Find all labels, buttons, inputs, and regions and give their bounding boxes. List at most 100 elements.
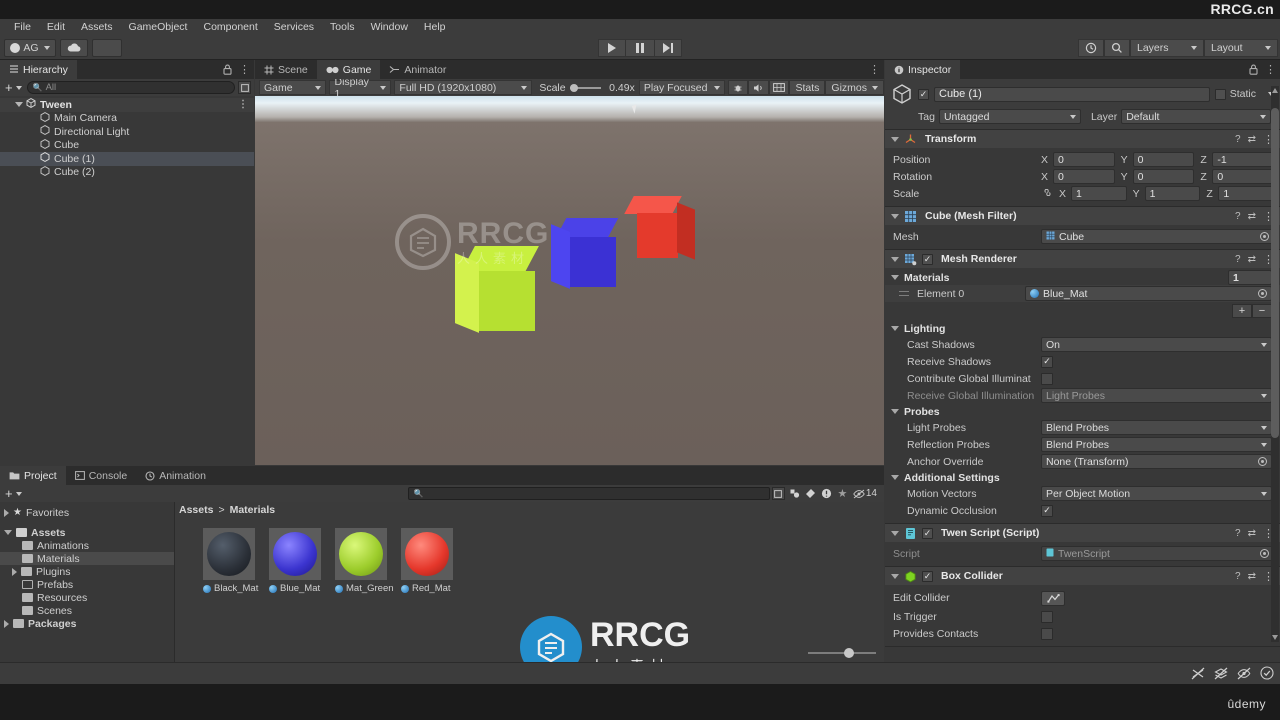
menu-component[interactable]: Component: [195, 19, 265, 36]
favorite-filter-button[interactable]: ★: [836, 487, 849, 500]
mesh-renderer-enabled-checkbox[interactable]: [922, 253, 933, 265]
play-button[interactable]: [598, 39, 626, 57]
foldout-icon[interactable]: [891, 136, 899, 142]
rotation-x-input[interactable]: 0: [1053, 169, 1115, 184]
save-search-button[interactable]: [771, 487, 785, 500]
motion-vectors-dropdown[interactable]: Per Object Motion: [1041, 486, 1272, 501]
foldout-icon[interactable]: [891, 573, 899, 579]
bug-button[interactable]: [727, 80, 749, 95]
twen-script-enabled-checkbox[interactable]: [922, 527, 933, 539]
kebab-icon[interactable]: ⋮: [1265, 64, 1276, 75]
object-picker-icon[interactable]: [1258, 457, 1267, 466]
label-filter-button[interactable]: [804, 487, 817, 500]
object-enabled-checkbox[interactable]: [918, 88, 929, 100]
menu-gameobject[interactable]: GameObject: [121, 19, 196, 36]
tab-hierarchy[interactable]: Hierarchy: [0, 60, 77, 79]
no-collision-icon[interactable]: [1191, 667, 1205, 680]
hierarchy-item-main-camera[interactable]: Main Camera: [0, 111, 254, 126]
breadcrumb-materials[interactable]: Materials: [230, 504, 276, 516]
warning-filter-button[interactable]: [820, 487, 833, 500]
chevron-down-icon[interactable]: [15, 102, 23, 108]
tab-game[interactable]: Game: [316, 60, 381, 79]
layer-dropdown[interactable]: Default: [1121, 109, 1272, 124]
is-trigger-checkbox[interactable]: [1041, 610, 1053, 623]
resolution-dropdown[interactable]: Full HD (1920x1080): [394, 80, 533, 95]
rotation-z-input[interactable]: 0: [1212, 169, 1275, 184]
light-probes-dropdown[interactable]: Blend Probes: [1041, 420, 1272, 435]
foldout-icon[interactable]: [891, 213, 899, 219]
help-icon[interactable]: ?: [1235, 254, 1241, 265]
hierarchy-item-tween[interactable]: Tween ⋮: [0, 98, 254, 112]
foldout-icon[interactable]: [891, 475, 899, 480]
position-x-input[interactable]: 0: [1053, 152, 1115, 167]
tree-item-scenes[interactable]: Scenes: [0, 604, 174, 617]
foldout-icon[interactable]: [891, 409, 899, 414]
thumbnail-size-slider[interactable]: [808, 648, 876, 658]
asset-blue-mat[interactable]: Blue_Mat: [269, 528, 321, 594]
pause-button[interactable]: [626, 39, 654, 57]
mesh-renderer-header[interactable]: Mesh Renderer ? ⇄ ⋮: [885, 250, 1280, 268]
inspector-scrollbar[interactable]: [1271, 86, 1279, 642]
type-filter-button[interactable]: [788, 487, 801, 500]
anchor-override-field[interactable]: None (Transform): [1041, 454, 1272, 469]
help-icon[interactable]: ?: [1235, 134, 1241, 145]
tab-animator[interactable]: Animator: [380, 60, 455, 79]
remove-material-button[interactable]: −: [1252, 304, 1272, 318]
scale-x-input[interactable]: 1: [1071, 186, 1127, 201]
chevron-right-icon[interactable]: [12, 567, 17, 576]
account-button[interactable]: AG: [4, 38, 56, 57]
check-icon[interactable]: [1260, 666, 1274, 680]
menu-help[interactable]: Help: [416, 19, 454, 36]
tab-console[interactable]: Console: [66, 466, 137, 485]
provides-contacts-checkbox[interactable]: [1041, 627, 1053, 640]
tab-animation[interactable]: Animation: [136, 466, 215, 485]
foldout-icon[interactable]: [891, 326, 899, 331]
layout-dropdown[interactable]: Layout: [1204, 39, 1278, 57]
menu-assets[interactable]: Assets: [73, 19, 121, 36]
static-toggle-group[interactable]: Static: [1214, 88, 1274, 100]
lock-icon[interactable]: [1249, 64, 1258, 75]
tab-inspector[interactable]: Inspector: [885, 60, 961, 79]
project-add-button[interactable]: +: [3, 486, 24, 501]
tag-dropdown[interactable]: Untagged: [938, 109, 1081, 124]
aspect-button[interactable]: [768, 80, 790, 95]
preset-icon[interactable]: ⇄: [1248, 134, 1256, 145]
breadcrumb-assets[interactable]: Assets: [179, 504, 213, 516]
foldout-icon[interactable]: [891, 256, 899, 262]
tree-item-prefabs[interactable]: Prefabs: [0, 578, 174, 591]
menu-services[interactable]: Services: [266, 19, 322, 36]
scale-y-input[interactable]: 1: [1144, 186, 1201, 201]
menu-window[interactable]: Window: [363, 19, 416, 36]
materials-section-header[interactable]: Materials 1: [885, 270, 1280, 285]
material-element-row[interactable]: Element 0 Blue_Mat: [885, 285, 1280, 302]
play-mode-dropdown[interactable]: Play Focused: [638, 80, 725, 95]
tree-item-assets[interactable]: Assets: [0, 526, 174, 539]
object-picker-icon[interactable]: [1258, 289, 1267, 298]
game-render-canvas[interactable]: RRCG 人人素材: [255, 96, 884, 465]
additional-settings-header[interactable]: Additional Settings: [885, 470, 1280, 485]
menu-edit[interactable]: Edit: [39, 19, 73, 36]
menu-tools[interactable]: Tools: [322, 19, 363, 36]
hierarchy-item-cube-1[interactable]: Cube (1): [0, 152, 254, 166]
mesh-object-field[interactable]: Cube: [1041, 229, 1274, 244]
display-dropdown[interactable]: Display 1: [329, 76, 392, 100]
dynamic-occlusion-checkbox[interactable]: ✓: [1041, 504, 1053, 517]
hidden-count-group[interactable]: 14: [853, 488, 877, 499]
hierarchy-filter-button[interactable]: [238, 81, 251, 94]
transform-header[interactable]: Transform ? ⇄ ⋮: [885, 130, 1280, 148]
scroll-down-icon[interactable]: [1272, 635, 1278, 640]
scale-z-input[interactable]: 1: [1218, 186, 1275, 201]
static-checkbox[interactable]: [1214, 88, 1226, 100]
position-y-input[interactable]: 0: [1132, 152, 1195, 167]
hierarchy-add-button[interactable]: +: [3, 80, 24, 95]
hierarchy-item-cube-2[interactable]: Cube (2): [0, 165, 254, 180]
scale-slider[interactable]: [569, 83, 602, 92]
edit-collider-button[interactable]: [1041, 590, 1065, 606]
cloud-button[interactable]: [60, 38, 88, 57]
object-picker-icon[interactable]: [1260, 549, 1269, 558]
contribute-gi-checkbox[interactable]: [1041, 372, 1053, 385]
tree-item-favorites[interactable]: ★ Favorites: [0, 506, 174, 519]
layers-dropdown[interactable]: Layers: [1130, 39, 1204, 57]
foldout-icon[interactable]: [891, 275, 899, 280]
chevron-right-icon[interactable]: [4, 619, 9, 628]
